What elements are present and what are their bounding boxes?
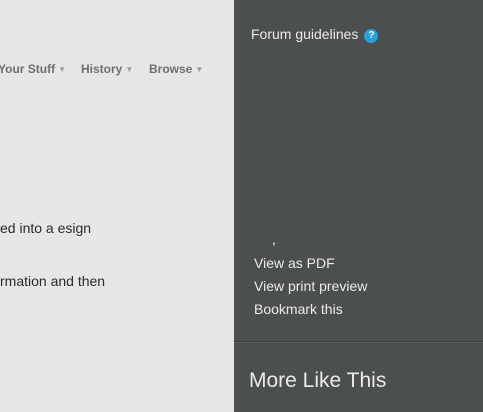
more-like-this-heading: More Like This [249, 369, 387, 392]
bookmark-this-link[interactable]: Bookmark this [254, 301, 343, 317]
chevron-down-icon: ▼ [125, 65, 134, 74]
main-content: Your Stuff ▼ History ▼ Browse ▼ ed into a e… [0, 0, 234, 412]
stray-mark: , [272, 231, 276, 247]
forum-guidelines-link[interactable]: Forum guidelines? [251, 26, 379, 43]
section-divider-highlight [234, 342, 483, 343]
chevron-down-icon: ▼ [195, 65, 204, 74]
sidebar: Forum guidelines? , View as PDF View pri… [234, 0, 483, 412]
help-icon[interactable]: ? [364, 29, 379, 43]
view-print-preview-link[interactable]: View print preview [254, 278, 367, 294]
body-text-line: rmation and then [0, 273, 106, 289]
nav-history[interactable]: History ▼ [81, 62, 133, 76]
chevron-down-icon: ▼ [58, 65, 67, 74]
nav-browse-label: Browse [149, 62, 193, 76]
body-text-line: ed into a esign [0, 220, 92, 236]
forum-guidelines-label: Forum guidelines [251, 26, 359, 42]
nav-your-stuff[interactable]: Your Stuff ▼ [0, 62, 66, 76]
nav-history-label: History [81, 62, 123, 76]
view-as-pdf-link[interactable]: View as PDF [254, 255, 335, 271]
nav-your-stuff-label: Your Stuff [0, 62, 56, 76]
nav-browse[interactable]: Browse ▼ [149, 62, 203, 76]
